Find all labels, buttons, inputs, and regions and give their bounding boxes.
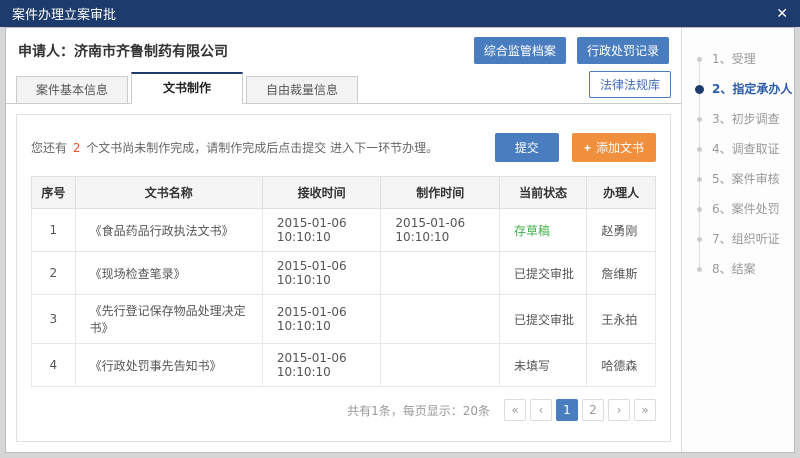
cell-receive-time: 2015-01-06 10:10:10 — [262, 252, 381, 295]
steps-sidebar: 1、受理 2、指定承办人 3、初步调查 4、调查取证 5、案件审核 6、案件处罚… — [681, 28, 794, 452]
cell-status: 已提交审批 — [499, 295, 586, 344]
cell-handler: 赵勇刚 — [587, 209, 656, 252]
add-document-label: 添加文书 — [596, 141, 644, 155]
cell-create-time — [381, 295, 500, 344]
cell-doc-name[interactable]: 《行政处罚事先告知书》 — [75, 344, 262, 387]
step-dot-icon — [695, 85, 704, 94]
table-row[interactable]: 4 《行政处罚事先告知书》 2015-01-06 10:10:10 未填写 哈德… — [32, 344, 656, 387]
step-label: 7、组织听证 — [712, 232, 780, 246]
notice-suffix: 个文书尚未制作完成，请制作完成后点击提交 进入下一环节办理。 — [82, 141, 438, 155]
step-dot-icon — [697, 207, 702, 212]
tab-discretion-info[interactable]: 自由裁量信息 — [246, 76, 358, 103]
cell-create-time: 2015-01-06 10:10:10 — [381, 209, 500, 252]
pending-count: 2 — [73, 141, 81, 155]
last-page-button[interactable]: » — [634, 399, 656, 421]
col-status: 当前状态 — [499, 177, 586, 209]
col-doc-name: 文书名称 — [75, 177, 262, 209]
col-seq: 序号 — [32, 177, 76, 209]
step-1-accept[interactable]: 1、受理 — [682, 44, 794, 74]
cell-seq: 4 — [32, 344, 76, 387]
modal-titlebar: 案件办理立案审批 ✕ — [0, 0, 800, 27]
penalty-record-button[interactable]: 行政处罚记录 — [577, 37, 669, 64]
applicant-label: 申请人：济南市齐鲁制药有限公司 — [18, 41, 228, 61]
tabbar: 案件基本信息 文书制作 自由裁量信息 法律法规库 — [6, 72, 681, 104]
tab-document-creation[interactable]: 文书制作 — [131, 72, 243, 104]
step-dot-icon — [697, 267, 702, 272]
step-dot-icon — [697, 117, 702, 122]
pagination: 共有1条，每页显示：20条 « ‹ 1 2 › » — [31, 399, 656, 421]
step-label: 6、案件处罚 — [712, 202, 780, 216]
cell-receive-time: 2015-01-06 10:10:10 — [262, 209, 381, 252]
cell-status: 已提交审批 — [499, 252, 586, 295]
notice-prefix: 您还有 — [31, 141, 71, 155]
notice-text: 您还有 2 个文书尚未制作完成，请制作完成后点击提交 进入下一环节办理。 — [31, 139, 438, 156]
page-2-button[interactable]: 2 — [582, 399, 604, 421]
case-approval-modal: 案件办理立案审批 ✕ 申请人：济南市齐鲁制药有限公司 综合监管档案 行政处罚记录… — [0, 0, 800, 458]
cell-handler: 哈德森 — [587, 344, 656, 387]
table-row[interactable]: 2 《现场检查笔录》 2015-01-06 10:10:10 已提交审批 詹维斯 — [32, 252, 656, 295]
page-summary: 共有1条，每页显示：20条 — [347, 402, 490, 419]
step-3-preliminary-investigation[interactable]: 3、初步调查 — [682, 104, 794, 134]
step-2-assign-handler[interactable]: 2、指定承办人 — [682, 74, 794, 104]
cell-doc-name[interactable]: 《食品药品行政执法文书》 — [75, 209, 262, 252]
step-dot-icon — [697, 177, 702, 182]
plus-icon: + — [584, 141, 591, 155]
cell-receive-time: 2015-01-06 10:10:10 — [262, 344, 381, 387]
add-document-button[interactable]: + 添加文书 — [572, 133, 656, 162]
step-dot-icon — [697, 57, 702, 62]
cell-doc-name[interactable]: 《先行登记保存物品处理决定书》 — [75, 295, 262, 344]
col-create-time: 制作时间 — [381, 177, 500, 209]
prev-page-button[interactable]: ‹ — [530, 399, 552, 421]
col-handler: 办理人 — [587, 177, 656, 209]
main-panel: 申请人：济南市齐鲁制药有限公司 综合监管档案 行政处罚记录 案件基本信息 文书制… — [6, 28, 681, 452]
step-8-close-case[interactable]: 8、结案 — [682, 254, 794, 284]
cell-receive-time: 2015-01-06 10:10:10 — [262, 295, 381, 344]
header-row: 申请人：济南市齐鲁制药有限公司 综合监管档案 行政处罚记录 — [6, 28, 681, 72]
step-4-evidence-collection[interactable]: 4、调查取证 — [682, 134, 794, 164]
document-content-box: 您还有 2 个文书尚未制作完成，请制作完成后点击提交 进入下一环节办理。 提交 … — [16, 114, 671, 442]
cell-seq: 3 — [32, 295, 76, 344]
tab-case-basic-info[interactable]: 案件基本信息 — [16, 76, 128, 103]
step-label: 8、结案 — [712, 262, 756, 276]
cell-create-time — [381, 252, 500, 295]
header-buttons: 综合监管档案 行政处罚记录 — [468, 37, 669, 64]
modal-body: 申请人：济南市齐鲁制药有限公司 综合监管档案 行政处罚记录 案件基本信息 文书制… — [5, 27, 795, 453]
step-label: 4、调查取证 — [712, 142, 780, 156]
step-label: 2、指定承办人 — [712, 82, 792, 96]
notice-row: 您还有 2 个文书尚未制作完成，请制作完成后点击提交 进入下一环节办理。 提交 … — [31, 133, 656, 162]
documents-table: 序号 文书名称 接收时间 制作时间 当前状态 办理人 1 《食品药品行政执法文书… — [31, 176, 656, 387]
table-header-row: 序号 文书名称 接收时间 制作时间 当前状态 办理人 — [32, 177, 656, 209]
cell-seq: 2 — [32, 252, 76, 295]
cell-status: 未填写 — [499, 344, 586, 387]
step-dot-icon — [697, 147, 702, 152]
modal-title: 案件办理立案审批 — [12, 4, 116, 23]
submit-button[interactable]: 提交 — [495, 133, 559, 162]
cell-handler: 詹维斯 — [587, 252, 656, 295]
step-dot-icon — [697, 237, 702, 242]
law-library-button[interactable]: 法律法规库 — [589, 71, 671, 98]
step-label: 3、初步调查 — [712, 112, 780, 126]
action-buttons: 提交 + 添加文书 — [495, 133, 656, 162]
cell-seq: 1 — [32, 209, 76, 252]
table-row[interactable]: 3 《先行登记保存物品处理决定书》 2015-01-06 10:10:10 已提… — [32, 295, 656, 344]
table-row[interactable]: 1 《食品药品行政执法文书》 2015-01-06 10:10:10 2015-… — [32, 209, 656, 252]
first-page-button[interactable]: « — [504, 399, 526, 421]
page-1-button[interactable]: 1 — [556, 399, 578, 421]
col-receive-time: 接收时间 — [262, 177, 381, 209]
cell-doc-name[interactable]: 《现场检查笔录》 — [75, 252, 262, 295]
comprehensive-archive-button[interactable]: 综合监管档案 — [474, 37, 566, 64]
step-label: 5、案件审核 — [712, 172, 780, 186]
cell-status: 存草稿 — [499, 209, 586, 252]
step-7-hearing[interactable]: 7、组织听证 — [682, 224, 794, 254]
step-6-case-penalty[interactable]: 6、案件处罚 — [682, 194, 794, 224]
cell-create-time — [381, 344, 500, 387]
close-icon[interactable]: ✕ — [776, 7, 788, 21]
step-label: 1、受理 — [712, 52, 756, 66]
cell-handler: 王永拍 — [587, 295, 656, 344]
next-page-button[interactable]: › — [608, 399, 630, 421]
step-5-case-review[interactable]: 5、案件审核 — [682, 164, 794, 194]
